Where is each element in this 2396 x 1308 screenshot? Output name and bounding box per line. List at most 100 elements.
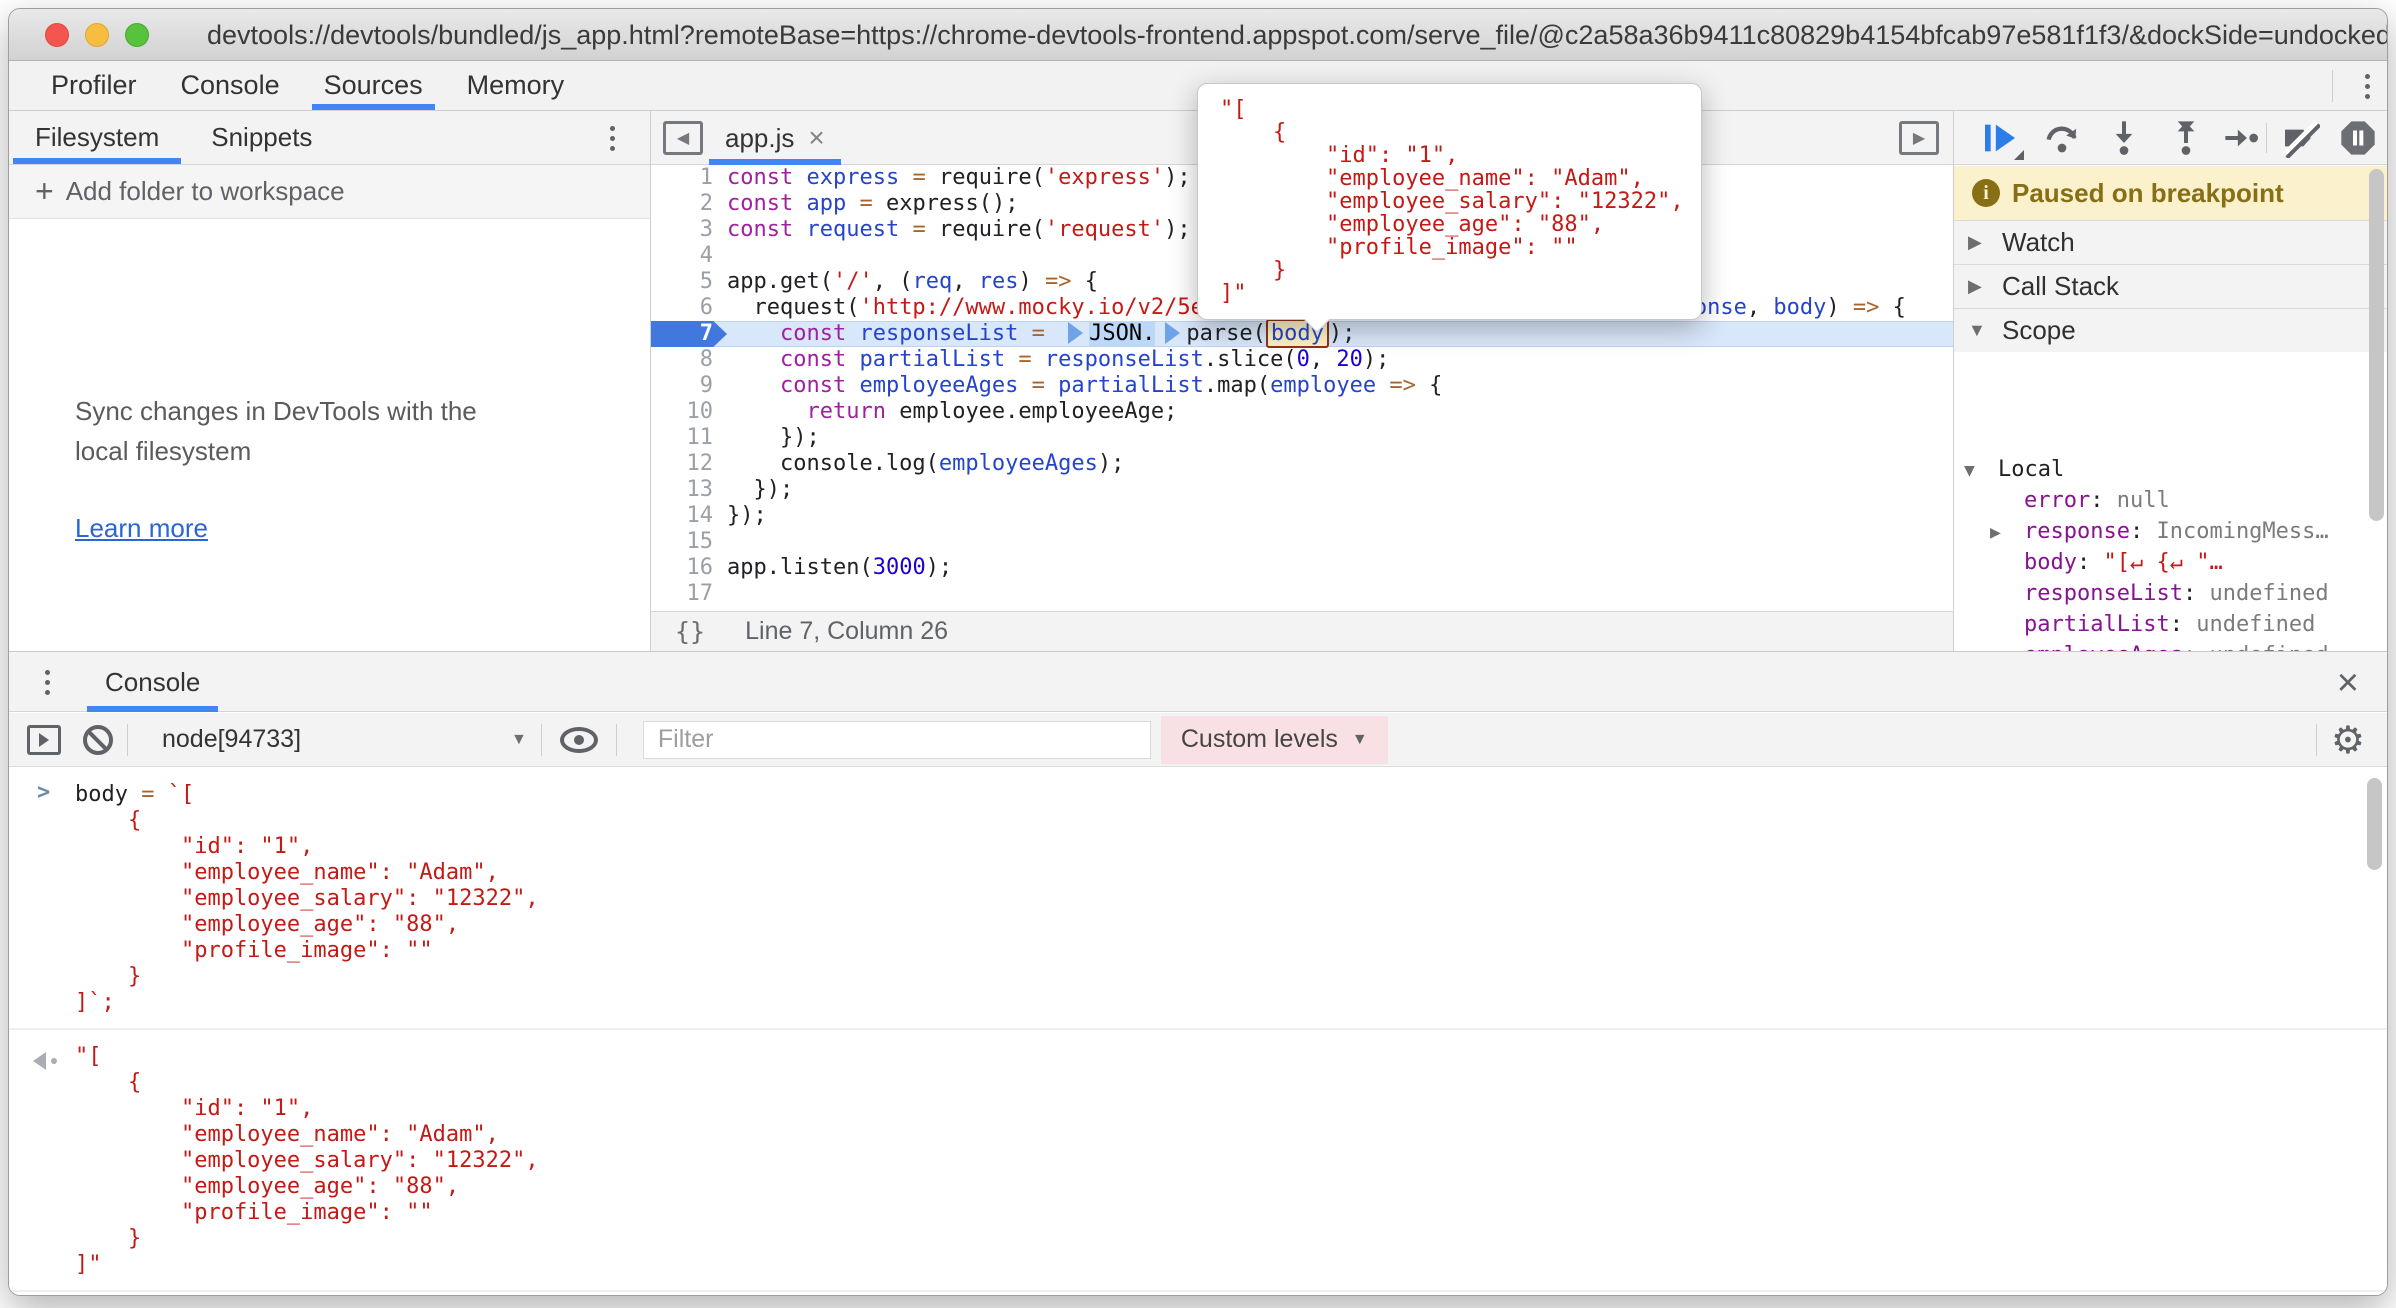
chevron-down-icon[interactable]: ▼ — [1964, 455, 1984, 486]
console-header: Console × — [9, 652, 2387, 712]
add-folder-button[interactable]: + Add folder to workspace — [9, 165, 650, 219]
resume-script-icon[interactable] — [1980, 118, 2020, 158]
plus-icon: + — [35, 173, 54, 210]
line-number[interactable]: 15 — [651, 529, 727, 555]
pretty-print-icon[interactable]: {} — [675, 617, 705, 646]
step-icon[interactable] — [2222, 118, 2262, 158]
line-number[interactable]: 16 — [651, 555, 727, 581]
zoom-window-button[interactable] — [125, 23, 149, 47]
code-line[interactable]: }); — [651, 503, 1953, 529]
close-drawer-icon[interactable]: × — [2337, 662, 2359, 705]
code-line[interactable]: }); — [651, 425, 1953, 451]
scope-section-header[interactable]: ▼ Scope — [1954, 308, 2388, 352]
step-into-icon[interactable] — [2104, 118, 2144, 158]
clear-console-icon[interactable] — [83, 725, 113, 755]
code-line[interactable]: const employeeAges = partialList.map(emp… — [651, 373, 1953, 399]
line-number[interactable]: 13 — [651, 477, 727, 503]
titlebar: devtools://devtools/bundled/js_app.html?… — [9, 9, 2387, 61]
line-number[interactable]: 8 — [651, 347, 727, 373]
console-input-echo: > body = `[ { "id": "1", "employee_name"… — [9, 768, 2387, 1030]
line-number[interactable]: 2 — [651, 191, 727, 217]
custom-levels-dropdown[interactable]: Custom levels ▼ — [1161, 716, 1388, 764]
scope-variable-row[interactable]: body: "[↵ {↵ "… — [1954, 547, 2388, 578]
navigator-tab-snippets[interactable]: Snippets — [185, 111, 338, 164]
chevron-right-icon: ▶ — [1968, 276, 1988, 297]
line-number[interactable]: 4 — [651, 243, 727, 269]
live-expression-eye-icon[interactable] — [560, 727, 598, 753]
custom-levels-caret-icon: ▼ — [1352, 731, 1368, 749]
tab-memory[interactable]: Memory — [445, 61, 587, 110]
close-window-button[interactable] — [45, 23, 69, 47]
console-prompt[interactable]: > — [9, 1292, 2387, 1295]
console-settings-gear-icon[interactable]: ⚙ — [2331, 718, 2365, 762]
call-stack-label: Call Stack — [2002, 271, 2119, 302]
code-line[interactable]: const partialList = responseList.slice(0… — [651, 347, 1953, 373]
editor-statusbar: {} Line 7, Column 26 — [651, 611, 1953, 651]
scope-local-section[interactable]: ▼Local — [1954, 454, 2388, 485]
close-tab-icon[interactable]: × — [808, 124, 824, 152]
execution-marker-icon[interactable] — [1068, 322, 1083, 344]
line-number[interactable]: 11 — [651, 425, 727, 451]
console-input-chevron-icon: > — [37, 780, 50, 805]
console-toolbar: node[94733] ▼ Custom levels ▼ ⚙ — [9, 713, 2387, 767]
debugger-scrollbar[interactable] — [2369, 169, 2384, 521]
show-panel-icon[interactable]: ▶ — [1899, 121, 1939, 155]
code-line[interactable] — [651, 529, 1953, 555]
line-number[interactable]: 1 — [651, 165, 727, 191]
tab-profiler[interactable]: Profiler — [29, 61, 159, 110]
tab-console[interactable]: Console — [159, 61, 302, 110]
divider — [2332, 70, 2333, 102]
line-number[interactable]: 3 — [651, 217, 727, 243]
line-number[interactable]: 6 — [651, 295, 727, 321]
code-line[interactable] — [651, 581, 1953, 607]
navigator-tab-filesystem[interactable]: Filesystem — [9, 111, 185, 164]
main-menu-kebab-icon[interactable] — [2347, 66, 2387, 106]
paused-code-line[interactable]: const responseList = JSON.parse(body); — [651, 321, 1953, 347]
navigator-kebab-icon[interactable] — [592, 118, 632, 158]
scope-variable-row[interactable]: ▶response: IncomingMess… — [1954, 516, 2388, 547]
minimize-window-button[interactable] — [85, 23, 109, 47]
step-out-icon[interactable] — [2166, 118, 2206, 158]
scope-variable-row[interactable]: error: null — [1954, 485, 2388, 516]
deactivate-breakpoints-icon[interactable] — [2280, 118, 2320, 158]
scope-variable-row[interactable]: employeeAges: undefined — [1954, 640, 2388, 651]
step-over-icon[interactable] — [2042, 118, 2082, 158]
drawer-kebab-icon[interactable] — [27, 662, 67, 702]
chevron-down-icon: ▼ — [1968, 320, 1988, 341]
execution-context-selector[interactable]: node[94733] — [162, 725, 301, 754]
scope-variable-row[interactable]: responseList: undefined — [1954, 578, 2388, 609]
file-tab-appjs[interactable]: app.js × — [709, 111, 841, 165]
paused-banner-label: Paused on breakpoint — [2012, 178, 2284, 209]
scope-variable-row[interactable]: partialList: undefined — [1954, 609, 2388, 640]
code-line[interactable]: app.listen(3000); — [651, 555, 1953, 581]
chevron-right-icon[interactable]: ▶ — [1990, 517, 2010, 548]
code-line[interactable]: return employee.employeeAge; — [651, 399, 1953, 425]
line-number[interactable]: 17 — [651, 581, 727, 607]
line-number[interactable]: 5 — [651, 269, 727, 295]
line-number[interactable]: 12 — [651, 451, 727, 477]
console-scrollbar[interactable] — [2367, 778, 2382, 870]
watch-label: Watch — [2002, 227, 2075, 258]
cursor-position: Line 7, Column 26 — [745, 617, 948, 646]
hide-navigator-icon[interactable]: ◀ — [663, 121, 703, 155]
execution-marker-icon[interactable] — [1165, 322, 1180, 344]
breakpoint-line-number[interactable]: 7 — [651, 321, 727, 347]
context-dropdown-caret-icon[interactable]: ▼ — [511, 731, 527, 749]
code-line[interactable]: }); — [651, 477, 1953, 503]
learn-more-link[interactable]: Learn more — [75, 513, 208, 544]
call-stack-section-header[interactable]: ▶ Call Stack — [1954, 264, 2388, 308]
pause-on-exceptions-icon[interactable] — [2338, 118, 2378, 158]
tab-sources[interactable]: Sources — [302, 61, 445, 110]
line-number[interactable]: 9 — [651, 373, 727, 399]
tooltip-json-value: "[ { "id": "1", "employee_name": "Adam",… — [1220, 98, 1679, 305]
console-sidebar-toggle-icon[interactable] — [27, 725, 61, 755]
line-number[interactable]: 14 — [651, 503, 727, 529]
devtools-window: devtools://devtools/bundled/js_app.html?… — [8, 8, 2388, 1296]
line-number[interactable]: 10 — [651, 399, 727, 425]
console-tab[interactable]: Console — [87, 652, 218, 712]
code-line[interactable]: console.log(employeeAges); — [651, 451, 1953, 477]
navigator-pane: FilesystemSnippets + Add folder to works… — [9, 111, 651, 651]
watch-section-header[interactable]: ▶ Watch — [1954, 220, 2388, 264]
console-log[interactable]: > body = `[ { "id": "1", "employee_name"… — [9, 768, 2387, 1295]
console-filter-input[interactable] — [643, 721, 1151, 759]
